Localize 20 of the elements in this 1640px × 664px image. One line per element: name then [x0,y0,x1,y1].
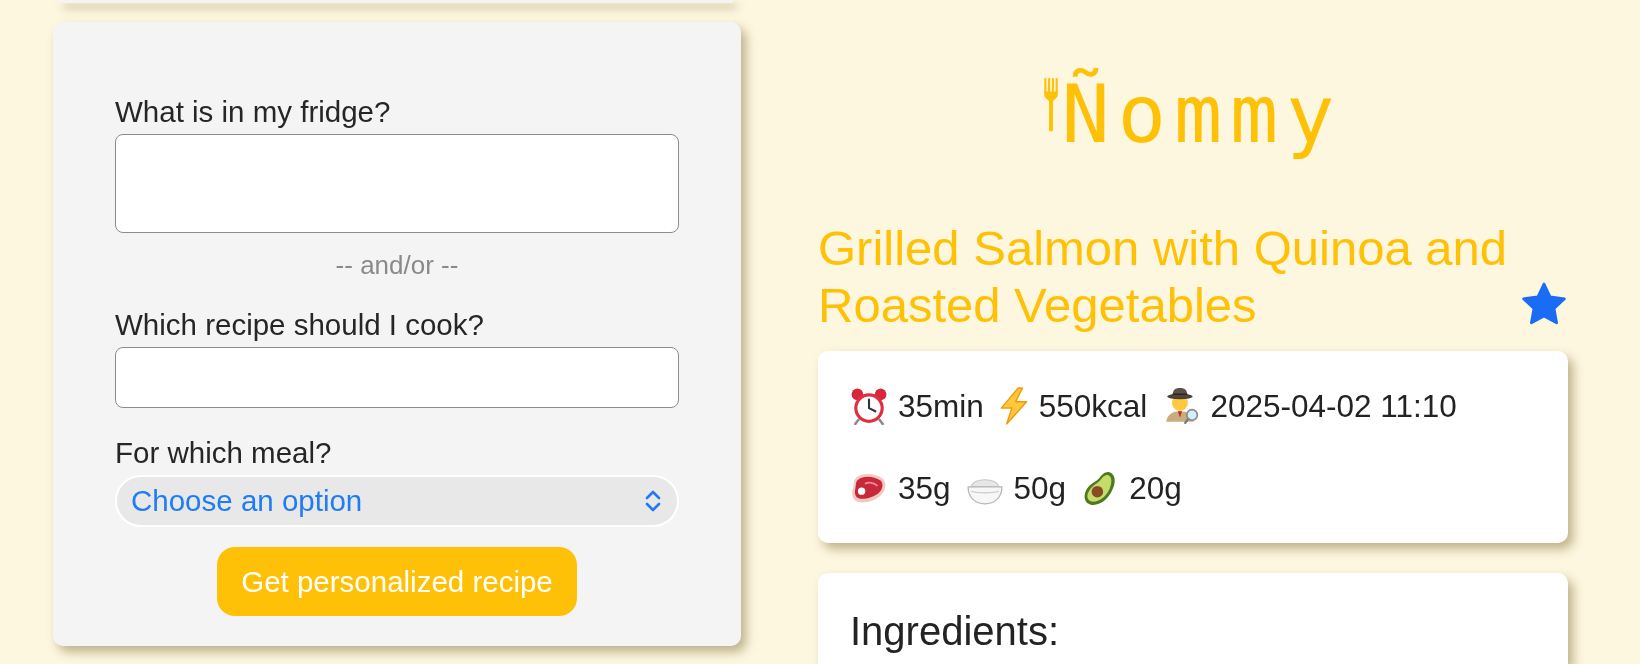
stat-value: 50g [1013,469,1067,507]
stat-value: 35min [898,387,984,425]
field-label: Which recipe should I cook? [115,308,485,342]
stat-value: 35g [898,469,951,507]
recipe-title: Grilled Salmon with Quinoa and Roasted Vegetables [818,220,1509,334]
stat-value: 20g [1129,469,1182,507]
alarm-clock-icon [850,387,888,425]
input-field[interactable] [115,347,679,408]
logo-text: Ñommy [1061,67,1343,163]
chevron-icon [645,489,661,513]
ingredients-heading: Ingredients: [850,608,1061,654]
dropdown-field[interactable]: Choose an option [115,475,679,527]
separator-text: -- and/or -- [334,250,460,280]
lightning-icon [998,387,1029,425]
field-label: What is in my fridge? [115,95,392,129]
field-label: For which meal? [115,436,333,470]
textarea-field[interactable] [115,134,679,233]
stat-value: 2025-04-02 11:10 [1210,387,1457,425]
fork-icon [1043,78,1058,132]
stat-value: 550kcal [1038,387,1148,425]
